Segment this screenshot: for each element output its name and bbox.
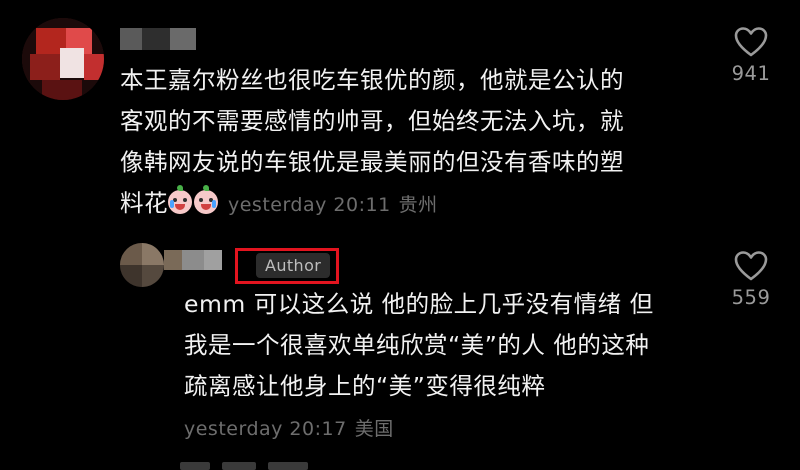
reply-location: 美国 — [354, 418, 394, 440]
comments-screen: 本王嘉尔粉丝也很吃车银优的颜，他就是公认的 客观的不需要感情的帅哥，但始终无法入… — [0, 0, 800, 470]
author-avatar[interactable] — [120, 243, 164, 287]
comment-line: 像韩网友说的车银优是最美丽的但没有香味的塑 — [120, 148, 624, 176]
reply-body: emm 可以这么说 他的脸上几乎没有情绪 但 我是一个很喜欢单纯欣赏“美”的人 … — [184, 284, 654, 450]
crying-face-icon — [168, 185, 192, 214]
like-button[interactable]: 559 — [716, 250, 786, 309]
heart-outline-icon[interactable] — [734, 250, 768, 282]
comment-location: 贵州 — [398, 194, 438, 216]
comment-line: 料花 — [120, 189, 168, 217]
reply-line: 疏离感让他身上的“美”变得很纯粹 — [184, 372, 546, 400]
commenter-username[interactable] — [120, 28, 200, 50]
comment-body: 本王嘉尔粉丝也很吃车银优的颜，他就是公认的 客观的不需要感情的帅哥，但始终无法入… — [120, 60, 624, 226]
next-item-partial — [180, 460, 380, 470]
reply-timestamp: yesterday 20:17 — [184, 418, 347, 440]
reply-line: emm 可以这么说 他的脸上几乎没有情绪 但 — [184, 290, 654, 318]
heart-outline-icon[interactable] — [734, 26, 768, 58]
reply-line: 我是一个很喜欢单纯欣赏“美”的人 他的这种 — [184, 331, 650, 359]
comment-line: 本王嘉尔粉丝也很吃车银优的颜，他就是公认的 — [120, 66, 624, 94]
comment-line: 客观的不需要感情的帅哥，但始终无法入坑，就 — [120, 107, 624, 135]
like-count: 559 — [731, 286, 771, 309]
crying-face-icon — [194, 185, 218, 214]
like-button[interactable]: 941 — [716, 26, 786, 85]
comment-timestamp: yesterday 20:11 — [227, 194, 391, 216]
like-count: 941 — [731, 62, 771, 85]
author-username[interactable] — [164, 250, 222, 270]
highlight-annotation — [235, 248, 339, 284]
commenter-avatar[interactable] — [22, 18, 104, 100]
